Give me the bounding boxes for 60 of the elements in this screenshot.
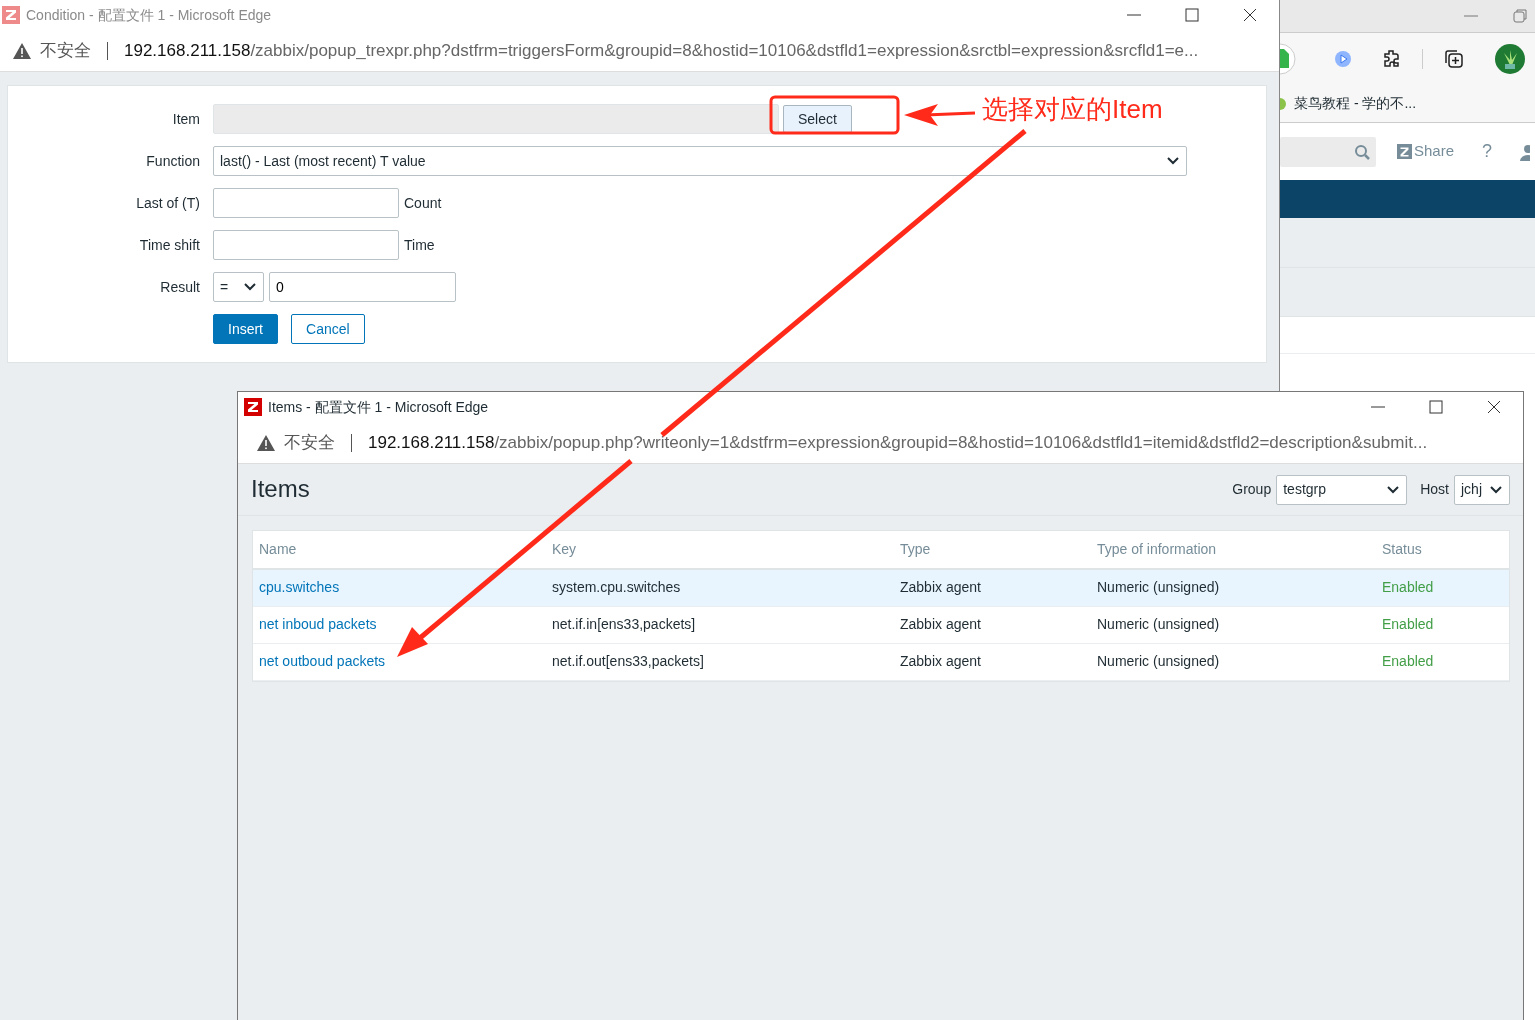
table-cell: Numeric (unsigned) — [1091, 569, 1376, 606]
chevron-down-icon — [1166, 155, 1180, 167]
table-cell: Zabbix agent — [894, 569, 1091, 606]
table-cell: Numeric (unsigned) — [1091, 643, 1376, 680]
table-cell: system.cpu.switches — [546, 569, 894, 606]
play-icon[interactable] — [1334, 50, 1352, 68]
unit-label: Count — [404, 193, 442, 213]
operator-select[interactable]: = — [213, 272, 264, 302]
item-link[interactable]: cpu.switches — [259, 579, 340, 596]
address-url[interactable]: 192.168.211.158/zabbix/popup.php?writeonly=1&dstfrm=expression&groupid=8&hostid=10106&dstfld1=itemid&dstfld2=description&submit... — [368, 429, 1428, 456]
item-link[interactable]: net outboud packets — [259, 653, 386, 669]
status-cell: Enabled — [1376, 643, 1509, 680]
share-link[interactable]: Share — [1397, 140, 1455, 163]
puzzle-icon[interactable] — [1382, 49, 1402, 69]
profile-avatar-icon[interactable] — [1495, 44, 1525, 74]
annotation-arrow — [904, 104, 976, 126]
search-field[interactable] — [1280, 136, 1376, 167]
zabbix-logo-icon — [244, 398, 262, 416]
field-label: Time shift — [138, 235, 201, 255]
field-label: Function — [145, 151, 201, 171]
security-label: 不安全 — [40, 39, 91, 62]
field-label: Result — [159, 277, 201, 297]
search-icon — [1354, 143, 1370, 160]
table-cell: Zabbix agent — [894, 606, 1091, 643]
collections-icon[interactable] — [1443, 48, 1465, 70]
status-cell: Enabled — [1376, 569, 1509, 606]
page-heading: Items — [251, 475, 310, 504]
annotation-text: 选择对应的Item — [982, 93, 1163, 126]
window-title: Items - 配置文件 1 - Microsoft Edge — [268, 397, 489, 417]
time-shift-input[interactable] — [213, 230, 399, 260]
table-cell: net.if.in[ens33,packets] — [546, 606, 894, 643]
address-url[interactable]: 192.168.211.158/zabbix/popup_trexpr.php?dstfrm=triggersForm&groupid=8&hostid=10106&dstfld1=expression&srctbl=expression&srcfld1=e... — [124, 37, 1199, 64]
cancel-button[interactable]: Cancel — [291, 314, 365, 344]
count-input[interactable] — [213, 188, 399, 218]
host-select[interactable]: jchj — [1454, 474, 1510, 505]
status-cell: Enabled — [1376, 606, 1509, 643]
table-cell: Numeric (unsigned) — [1091, 606, 1376, 643]
help-link[interactable]: ? — [1482, 138, 1493, 165]
user-icon[interactable] — [1518, 142, 1531, 161]
filter-label: Group — [1232, 480, 1272, 499]
restore-icon[interactable] — [1511, 7, 1529, 25]
item-field[interactable] — [213, 104, 779, 134]
result-input[interactable]: 0 — [269, 272, 456, 302]
chevron-down-icon — [1489, 483, 1503, 496]
table-cell: Zabbix agent — [894, 643, 1091, 680]
unit-label: Time — [404, 235, 435, 255]
table-cell: net.if.out[ens33,packets] — [546, 643, 894, 680]
insert-button[interactable]: Insert — [213, 314, 278, 344]
item-link[interactable]: net inboud packets — [259, 616, 377, 632]
zabbix-logo-icon — [1397, 144, 1412, 159]
field-label: Last of (T) — [135, 193, 201, 213]
select-button[interactable]: Select — [783, 105, 852, 133]
chevron-down-icon — [243, 281, 257, 293]
security-label: 不安全 — [284, 431, 335, 454]
function-select[interactable]: last() - Last (most recent) T value — [213, 146, 1187, 176]
group-select[interactable]: testgrp — [1276, 474, 1408, 505]
field-label: Item — [171, 109, 201, 129]
chevron-down-icon — [1386, 483, 1401, 496]
filter-label: Host — [1420, 480, 1449, 499]
window-title: Condition - 配置文件 1 - Microsoft Edge — [26, 5, 272, 25]
